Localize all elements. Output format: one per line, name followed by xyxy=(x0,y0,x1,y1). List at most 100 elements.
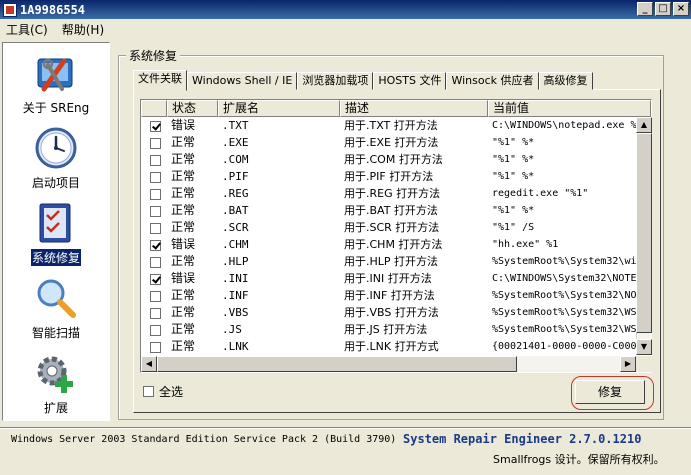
row-extension: .INF xyxy=(222,289,249,302)
table-row[interactable]: 正常 .REG 用于.REG 打开方法 regedit.exe "%1" xyxy=(141,185,651,202)
row-description: 用于.BAT 打开方法 xyxy=(344,204,438,217)
row-checkbox-cell[interactable] xyxy=(141,287,167,304)
row-checkbox-cell[interactable] xyxy=(141,134,167,151)
row-checkbox[interactable] xyxy=(150,256,161,268)
table-row[interactable]: 正常 .VBS 用于.VBS 打开方法 %SystemRoot%\System32\W… xyxy=(141,304,651,321)
scroll-left-arrow-icon[interactable]: ◀ xyxy=(141,356,157,372)
row-checkbox[interactable] xyxy=(150,188,161,200)
window-title: 1A9986554 xyxy=(20,2,86,17)
row-description: 用于.EXE 打开方法 xyxy=(344,136,439,149)
scroll-down-arrow-icon[interactable]: ▼ xyxy=(636,339,652,355)
row-description: 用于.JS 打开方法 xyxy=(344,323,428,336)
row-checkbox[interactable] xyxy=(150,205,161,217)
tab-advanced-repair[interactable]: 高级修复 xyxy=(538,72,593,90)
maximize-button[interactable]: □ xyxy=(655,2,671,16)
tab-file-association[interactable]: 文件关联 xyxy=(133,70,187,91)
table-row[interactable]: 正常 .PIF 用于.PIF 打开方法 "%1" %* xyxy=(141,168,651,185)
row-checkbox-cell[interactable] xyxy=(141,236,167,253)
scroll-up-arrow-icon[interactable]: ▲ xyxy=(636,117,652,133)
sidebar-item-system-repair[interactable]: 系统修复 xyxy=(3,201,109,266)
sidebar-item-smart-scan[interactable]: 智能扫描 xyxy=(3,276,109,341)
row-extension: .SCR xyxy=(222,221,249,234)
row-description: 用于.TXT 打开方法 xyxy=(344,119,438,132)
row-current-value: "hh.exe" %1 xyxy=(492,239,559,250)
table-row[interactable]: 正常 .INF 用于.INF 打开方法 %SystemRoot%\System32\N… xyxy=(141,287,651,304)
sidebar-item-about[interactable]: 关于 SREng xyxy=(3,51,109,116)
file-association-list[interactable]: 状态 扩展名 描述 当前值 错误 .TXT 用于.TXT 打开方法 C:\WINDOW… xyxy=(140,99,652,373)
sidebar-item-extension[interactable]: 扩展 xyxy=(3,351,109,416)
row-checkbox-cell[interactable] xyxy=(141,202,167,219)
column-header-description[interactable]: 描述 xyxy=(340,100,488,117)
row-checkbox-cell[interactable] xyxy=(141,338,167,355)
row-checkbox[interactable] xyxy=(150,307,161,319)
gear-plus-icon xyxy=(34,351,78,395)
row-checkbox[interactable] xyxy=(150,273,161,285)
column-header-check[interactable] xyxy=(141,100,167,117)
tab-winsock-providers[interactable]: Winsock 供应者 xyxy=(446,72,539,90)
table-row[interactable]: 正常 .LNK 用于.LNK 打开方式 {00021401-0000-0000-C00… xyxy=(141,338,651,355)
row-checkbox[interactable] xyxy=(150,137,161,149)
table-row[interactable]: 正常 .JS 用于.JS 打开方法 %SystemRoot%\System32\WSc xyxy=(141,321,651,338)
vertical-scrollbar[interactable]: ▲ ▼ xyxy=(636,117,652,355)
menu-help[interactable]: 帮助(H) xyxy=(62,21,104,38)
column-header-current-value[interactable]: 当前值 xyxy=(488,100,651,117)
row-checkbox[interactable] xyxy=(150,171,161,183)
status-divider xyxy=(0,427,691,429)
menu-tools[interactable]: 工具(C) xyxy=(6,21,48,38)
row-checkbox-cell[interactable] xyxy=(141,253,167,270)
select-all-box[interactable] xyxy=(143,386,154,397)
window-controls: _ □ × xyxy=(637,2,689,16)
tab-strip: 文件关联 Windows Shell / IE 浏览器加载项 HOSTS 文件 … xyxy=(133,70,593,91)
horizontal-scroll-thumb[interactable] xyxy=(157,356,517,372)
row-description: 用于.LNK 打开方式 xyxy=(344,340,439,353)
tab-windows-shell-ie[interactable]: Windows Shell / IE xyxy=(187,72,298,90)
row-checkbox-cell[interactable] xyxy=(141,270,167,287)
sidebar-item-startup[interactable]: 启动项目 xyxy=(3,126,109,191)
scroll-right-arrow-icon[interactable]: ▶ xyxy=(620,356,636,372)
row-description: 用于.REG 打开方法 xyxy=(344,187,441,200)
table-row[interactable]: 正常 .COM 用于.COM 打开方法 "%1" %* xyxy=(141,151,651,168)
row-checkbox[interactable] xyxy=(150,154,161,166)
minimize-button[interactable]: _ xyxy=(637,2,653,16)
horizontal-scrollbar[interactable]: ◀ ▶ xyxy=(141,356,636,372)
table-row[interactable]: 正常 .SCR 用于.SCR 打开方法 "%1" /S xyxy=(141,219,651,236)
row-checkbox[interactable] xyxy=(150,239,161,251)
row-checkbox[interactable] xyxy=(150,324,161,336)
row-status: 正常 xyxy=(171,169,196,183)
row-checkbox-cell[interactable] xyxy=(141,219,167,236)
row-status: 正常 xyxy=(171,186,196,200)
row-checkbox-cell[interactable] xyxy=(141,185,167,202)
row-checkbox-cell[interactable] xyxy=(141,151,167,168)
row-checkbox-cell[interactable] xyxy=(141,117,167,134)
table-row[interactable]: 正常 .HLP 用于.HLP 打开方法 %SystemRoot%\System32\w… xyxy=(141,253,651,270)
table-row[interactable]: 正常 .EXE 用于.EXE 打开方法 "%1" %* xyxy=(141,134,651,151)
table-row[interactable]: 正常 .BAT 用于.BAT 打开方法 "%1" %* xyxy=(141,202,651,219)
sidebar: 关于 SREng 启动项目 系统修复 智能扫描 扩展 xyxy=(2,42,110,421)
row-status: 错误 xyxy=(171,237,196,251)
row-status: 正常 xyxy=(171,135,196,149)
row-checkbox[interactable] xyxy=(150,341,161,353)
table-row[interactable]: 错误 .TXT 用于.TXT 打开方法 C:\WINDOWS\notepad.exe … xyxy=(141,117,651,134)
row-checkbox[interactable] xyxy=(150,120,161,132)
row-checkbox-cell[interactable] xyxy=(141,304,167,321)
tab-hosts-file[interactable]: HOSTS 文件 xyxy=(373,72,447,90)
row-checkbox[interactable] xyxy=(150,290,161,302)
tab-browser-addons[interactable]: 浏览器加载项 xyxy=(297,72,374,90)
row-description: 用于.HLP 打开方法 xyxy=(344,255,439,268)
repair-button[interactable]: 修复 xyxy=(575,380,645,404)
row-extension: .EXE xyxy=(222,136,249,149)
row-checkbox-cell[interactable] xyxy=(141,168,167,185)
copyright-text: Smallfrogs 设计。保留所有权利。 xyxy=(493,453,665,466)
select-all-checkbox[interactable]: 全选 xyxy=(143,383,183,400)
close-button[interactable]: × xyxy=(673,2,689,16)
column-header-status[interactable]: 状态 xyxy=(167,100,218,117)
sidebar-item-label: 关于 SREng xyxy=(22,101,90,115)
menu-bar: 工具(C) 帮助(H) xyxy=(0,19,691,39)
vertical-scroll-thumb[interactable] xyxy=(636,133,652,333)
column-header-extension[interactable]: 扩展名 xyxy=(218,100,340,117)
row-checkbox-cell[interactable] xyxy=(141,321,167,338)
row-checkbox[interactable] xyxy=(150,222,161,234)
table-row[interactable]: 错误 .CHM 用于.CHM 打开方法 "hh.exe" %1 xyxy=(141,236,651,253)
table-row[interactable]: 错误 .INI 用于.INI 打开方法 C:\WINDOWS\System32\NOT… xyxy=(141,270,651,287)
row-description: 用于.COM 打开方法 xyxy=(344,153,443,166)
